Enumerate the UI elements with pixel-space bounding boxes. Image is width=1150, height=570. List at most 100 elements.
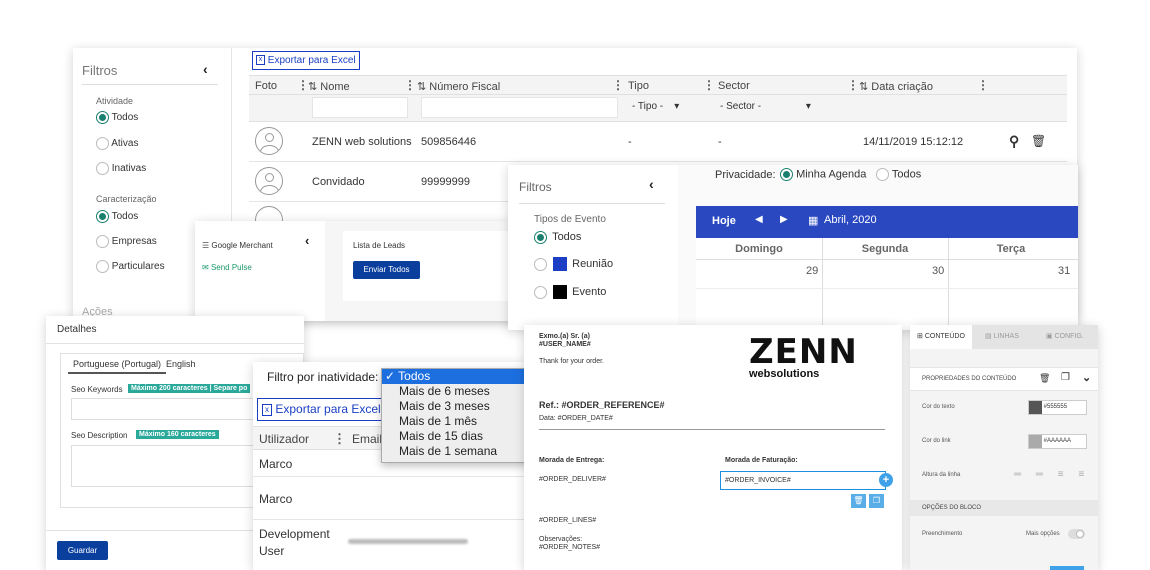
link-color-swatch [1029, 435, 1042, 448]
day-header: Domingo [735, 243, 783, 255]
seo-keywords-badge: Máximo 200 caracteres | Separe po [128, 384, 251, 393]
char-option-particulares[interactable]: Particulares [96, 260, 165, 273]
activity-option-todos[interactable]: Todos [96, 111, 138, 124]
seo-keywords-label: Seo Keywords [71, 385, 123, 394]
col-foto[interactable]: Foto [255, 80, 277, 92]
dropdown-option[interactable]: Mais de 6 meses [382, 384, 528, 399]
event-option-reuniao[interactable]: Reunião [534, 257, 613, 271]
row-user: Marco [259, 492, 293, 506]
calendar-panel: Filtros ‹ Tipos de Evento Todos Reunião … [508, 165, 1078, 330]
leads-sidebar: ☰ Google Merchant ✉ Send Pulse ‹ [195, 221, 325, 321]
nif-filter-input[interactable] [421, 97, 618, 118]
activity-option-ativas[interactable]: Ativas [96, 137, 138, 150]
export-excel-button[interactable]: x Exportar para Excel [257, 398, 382, 421]
search-icon[interactable]: ⚲ [1009, 133, 1019, 150]
row-user: Marco [259, 457, 293, 471]
char-option-empresas[interactable]: Empresas [96, 235, 157, 248]
col-menu-icon[interactable]: ⋮ [404, 78, 416, 92]
privacy-option-minha-agenda[interactable]: Minha Agenda [780, 168, 866, 181]
col-menu-icon[interactable]: ⋮ [703, 78, 715, 92]
inactivity-dropdown[interactable]: ✓ Todos Mais de 6 meses Mais de 3 meses … [381, 368, 529, 463]
text-color-label: Cor do texto [922, 404, 955, 410]
text-color-input[interactable]: #555555 [1028, 400, 1087, 415]
logo-main: ZENN [749, 332, 858, 372]
col-data[interactable]: ⇅ Data criação [859, 80, 933, 93]
send-all-button[interactable]: Enviar Todos [353, 261, 420, 279]
collapse-icon[interactable]: ‹ [305, 233, 309, 248]
tab-portuguese[interactable]: Portuguese (Portugal) [68, 356, 167, 374]
col-utilizador[interactable]: Utilizador [259, 432, 309, 446]
dropdown-option[interactable]: Mais de 1 mês [382, 414, 528, 429]
col-nome[interactable]: ⇅ Nome [308, 80, 350, 93]
save-button[interactable]: Guardar [57, 541, 108, 560]
col-tipo[interactable]: Tipo [628, 80, 649, 92]
name-filter-input[interactable] [312, 97, 408, 118]
menu-item-send-pulse[interactable]: ✉ Send Pulse [202, 263, 252, 272]
row-date: 14/11/2019 15:12:12 [863, 136, 964, 148]
prev-icon[interactable]: ◀ [755, 214, 763, 225]
add-block-icon[interactable]: + [879, 473, 893, 487]
date-cell[interactable]: 30 [932, 265, 944, 277]
col-email[interactable]: Email [352, 432, 382, 446]
dropdown-option[interactable]: Mais de 3 meses [382, 399, 528, 414]
more-options-toggle[interactable] [1068, 529, 1085, 539]
link-color-input[interactable]: #AAAAAA [1028, 434, 1087, 449]
filters-title: Filtros [82, 63, 118, 78]
table-row[interactable]: Marco [253, 477, 529, 520]
calendar-filters: Filtros ‹ Tipos de Evento Todos Reunião … [508, 165, 678, 330]
delete-block-icon[interactable]: 🗑 [851, 494, 866, 508]
activity-option-inativas[interactable]: Inativas [96, 162, 146, 175]
trash-icon[interactable]: 🗑 [1031, 134, 1046, 148]
day-header: Terça [996, 243, 1026, 255]
fill-label: Preenchimento [922, 531, 963, 537]
char-option-todos[interactable]: Todos [96, 210, 138, 223]
duplicate-block-icon[interactable]: ❐ [869, 494, 884, 508]
col-menu-icon[interactable]: ⋮ [333, 431, 346, 447]
row-tipo: - [628, 136, 632, 148]
dropdown-option[interactable]: Mais de 1 semana [382, 444, 528, 459]
row-sector: - [718, 136, 722, 148]
tab-conteudo[interactable]: ⊞ CONTEÚDO [910, 325, 972, 349]
tab-config[interactable]: ▣ CONFIG. [1034, 325, 1098, 349]
details-title: Detalhes [57, 324, 97, 335]
col-menu-icon[interactable]: ⋮ [847, 78, 859, 92]
col-menu-icon[interactable]: ⋮ [977, 78, 989, 92]
order-lines: #ORDER_LINES# [539, 517, 597, 524]
notes-label: Observações: [539, 536, 583, 543]
trash-icon[interactable]: 🗑 [1039, 373, 1050, 384]
tab-linhas[interactable]: ▤ LINHAS [972, 325, 1034, 349]
zenn-logo: ZENN websolutions [749, 335, 859, 381]
event-option-evento[interactable]: Evento [534, 285, 606, 299]
export-excel-button[interactable]: x Exportar para Excel [252, 51, 360, 70]
tipo-filter-select[interactable]: - Tipo - ▾ [632, 101, 679, 112]
col-nif[interactable]: ⇅ Número Fiscal [417, 80, 500, 93]
today-button[interactable]: Hoje [712, 215, 736, 227]
table-row[interactable]: Development User [253, 520, 529, 564]
collapse-icon[interactable]: ‹ [649, 176, 654, 192]
leads-content: Lista de Leads Enviar Todos [343, 231, 513, 301]
table-row[interactable]: ZENN web solutions 509856446 - - 14/11/2… [249, 122, 1067, 162]
event-option-todos[interactable]: Todos [534, 231, 581, 244]
excel-icon: x [262, 403, 272, 416]
col-menu-icon[interactable]: ⋮ [612, 78, 624, 92]
invoice-block[interactable]: #ORDER_INVOICE# [720, 471, 886, 490]
line-height-options[interactable]: ═ ═ ≡ ≡ [1014, 469, 1090, 480]
seo-description-badge: Máximo 160 caracteres [136, 430, 219, 439]
privacy-label: Privacidade: [715, 169, 776, 181]
chevron-down-icon[interactable]: ⌄ [1082, 371, 1091, 384]
rows-icon: ▤ [985, 333, 992, 340]
date-cell[interactable]: 29 [806, 265, 818, 277]
collapse-icon[interactable]: ‹ [203, 61, 208, 77]
dropdown-option-selected[interactable]: ✓ Todos [382, 369, 528, 384]
text-color-swatch [1029, 401, 1042, 414]
sector-filter-select[interactable]: - Sector - ▾ [720, 101, 811, 112]
tab-english[interactable]: English [166, 359, 196, 369]
order-notes: #ORDER_NOTES# [539, 544, 601, 551]
col-sector[interactable]: Sector [718, 80, 750, 92]
dropdown-option[interactable]: Mais de 15 dias [382, 429, 528, 444]
next-icon[interactable]: ▶ [780, 214, 788, 225]
menu-item-google-merchant[interactable]: ☰ Google Merchant [202, 241, 273, 250]
date-cell[interactable]: 31 [1058, 265, 1070, 277]
privacy-option-todos[interactable]: Todos [876, 168, 921, 181]
copy-icon[interactable]: ❐ [1061, 372, 1070, 383]
